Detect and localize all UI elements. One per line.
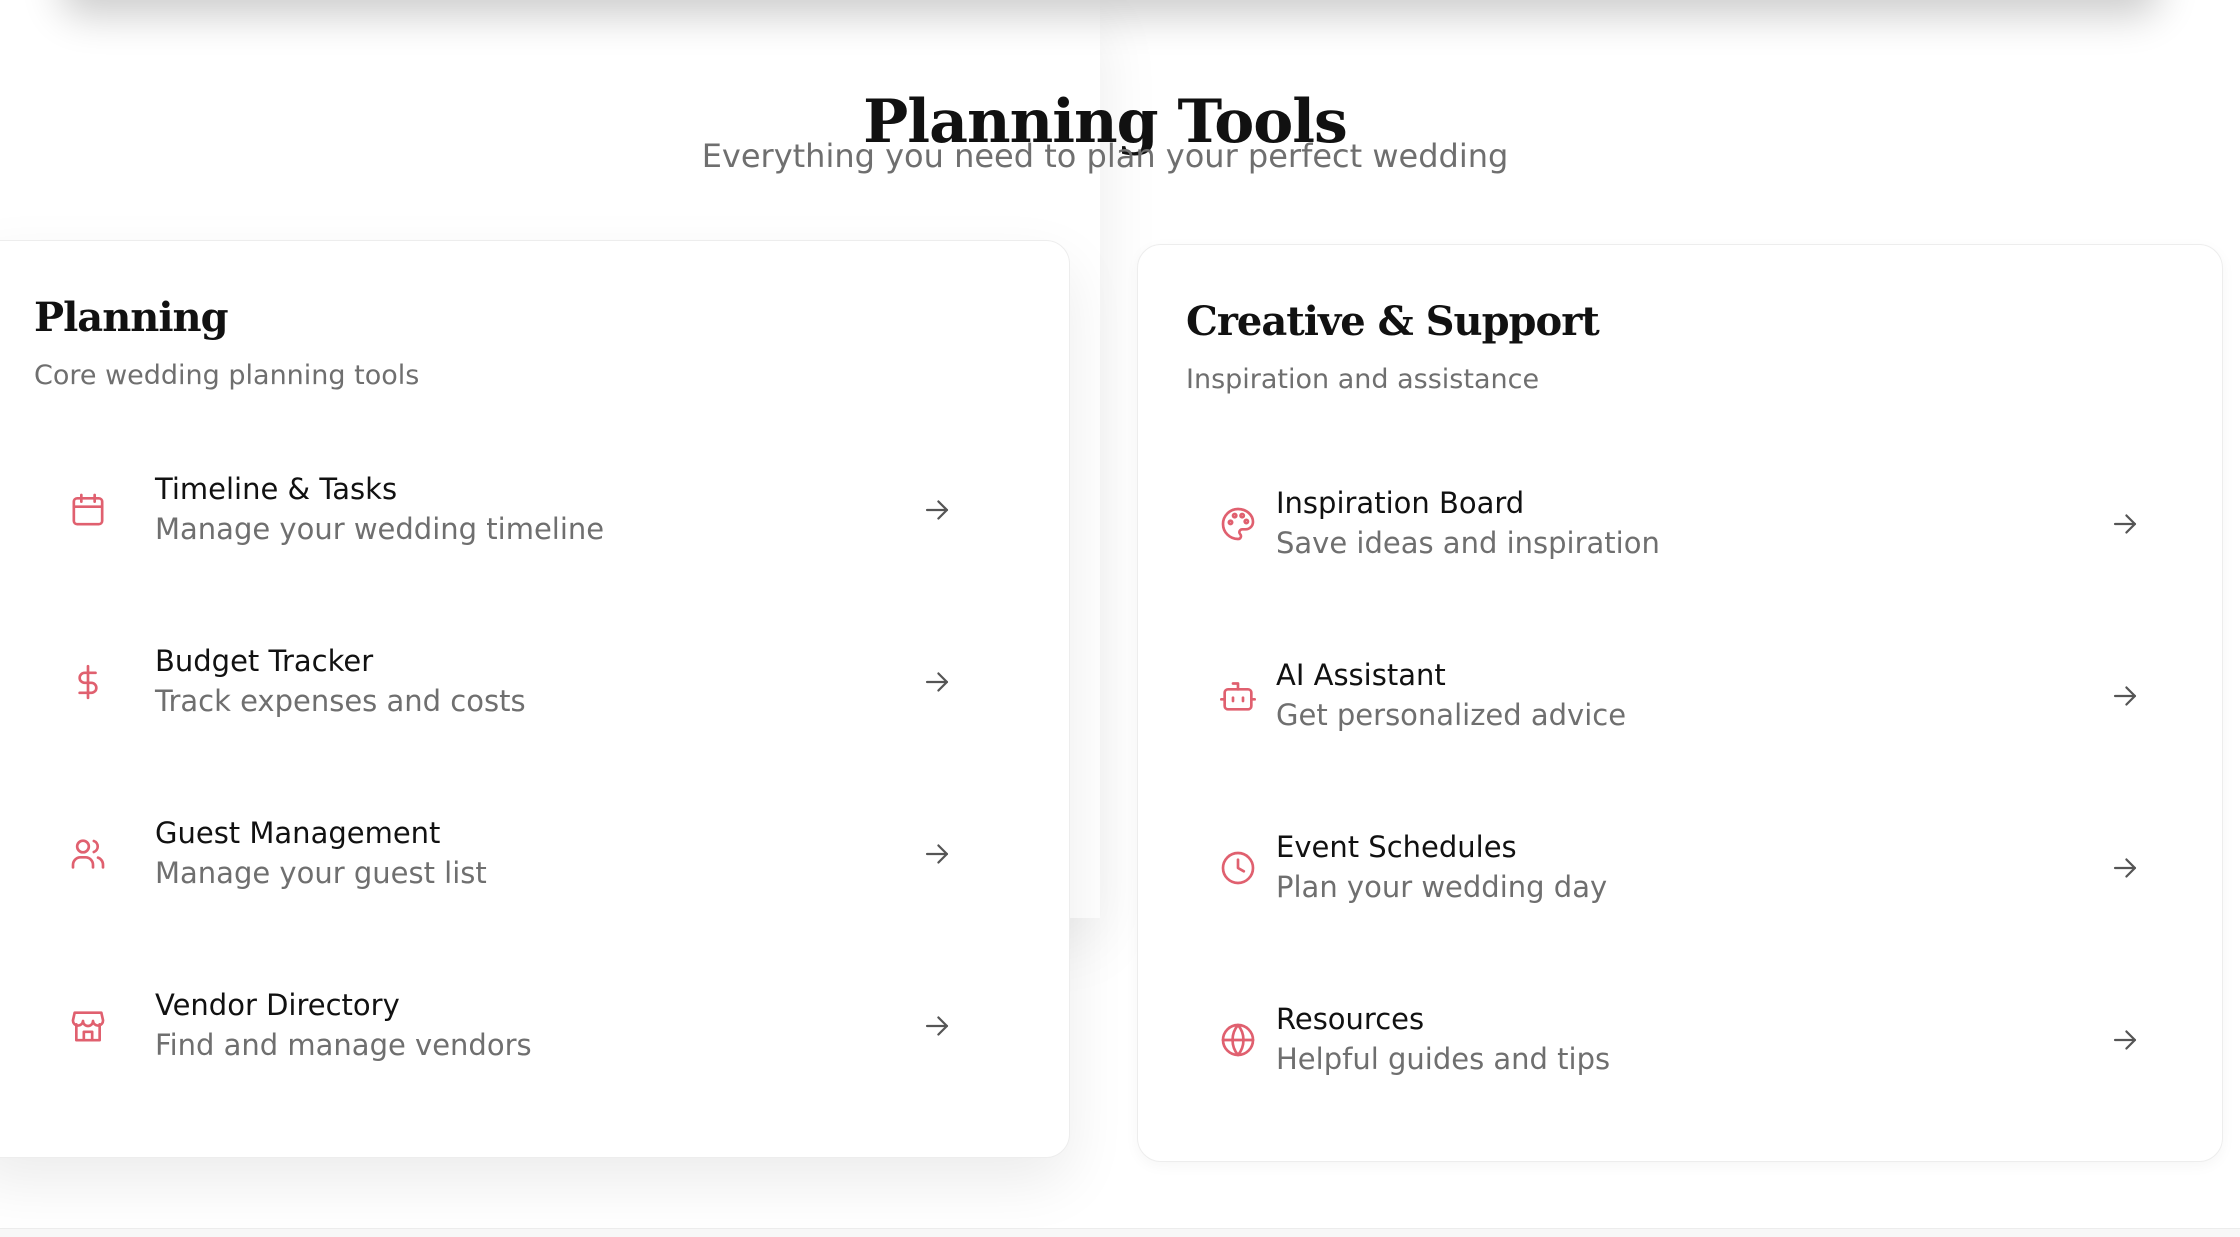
palette-icon	[1218, 504, 1258, 544]
tool-item-subtitle: Plan your wedding day	[1276, 870, 1608, 904]
tool-item-title: Inspiration Board	[1276, 486, 1525, 520]
tool-item-title: Guest Management	[155, 816, 441, 850]
tool-item-vendors[interactable]: Vendor Directory Find and manage vendors	[30, 971, 990, 1081]
arrow-right-icon	[920, 837, 954, 871]
tool-item-title: Vendor Directory	[155, 988, 400, 1022]
tool-item-subtitle: Track expenses and costs	[155, 684, 526, 718]
arrow-right-icon	[2108, 1023, 2142, 1057]
calendar-icon	[68, 490, 108, 530]
bot-icon	[1218, 676, 1258, 716]
creative-card-title: Creative & Support	[1186, 298, 1600, 345]
page-subtitle: Everything you need to plan your perfect…	[701, 137, 1509, 175]
tool-item-resources[interactable]: Resources Helpful guides and tips	[1186, 985, 2146, 1095]
arrow-right-icon	[920, 1009, 954, 1043]
tool-item-event-schedules[interactable]: Event Schedules Plan your wedding day	[1186, 813, 2146, 923]
tool-item-subtitle: Manage your wedding timeline	[155, 512, 605, 546]
tool-item-ai-assistant[interactable]: AI Assistant Get personalized advice	[1186, 641, 2146, 751]
arrow-right-icon	[920, 493, 954, 527]
tool-item-subtitle: Get personalized advice	[1276, 698, 1627, 732]
tool-item-subtitle: Find and manage vendors	[155, 1028, 532, 1062]
arrow-right-icon	[920, 665, 954, 699]
tool-item-title: Resources	[1276, 1002, 1425, 1036]
tool-item-title: Event Schedules	[1276, 830, 1517, 864]
arrow-right-icon	[2108, 507, 2142, 541]
tool-item-budget[interactable]: Budget Tracker Track expenses and costs	[30, 627, 990, 737]
tool-item-guests[interactable]: Guest Management Manage your guest list	[30, 799, 990, 909]
store-icon	[68, 1006, 108, 1046]
users-icon	[68, 834, 108, 874]
tool-item-title: AI Assistant	[1276, 658, 1446, 692]
tool-item-subtitle: Manage your guest list	[155, 856, 487, 890]
tool-item-subtitle: Helpful guides and tips	[1276, 1042, 1611, 1076]
dollar-icon	[68, 662, 108, 702]
arrow-right-icon	[2108, 679, 2142, 713]
creative-card-description: Inspiration and assistance	[1186, 364, 1540, 395]
tool-item-title: Timeline & Tasks	[155, 472, 398, 506]
planning-card-title: Planning	[34, 294, 229, 341]
globe-icon	[1218, 1020, 1258, 1060]
arrow-right-icon	[2108, 851, 2142, 885]
tool-item-inspiration[interactable]: Inspiration Board Save ideas and inspira…	[1186, 469, 2146, 579]
planning-card-description: Core wedding planning tools	[34, 360, 420, 391]
tool-item-timeline[interactable]: Timeline & Tasks Manage your wedding tim…	[30, 455, 990, 565]
tool-item-title: Budget Tracker	[155, 644, 374, 678]
clock-icon	[1218, 848, 1258, 888]
tool-item-subtitle: Save ideas and inspiration	[1276, 526, 1660, 560]
